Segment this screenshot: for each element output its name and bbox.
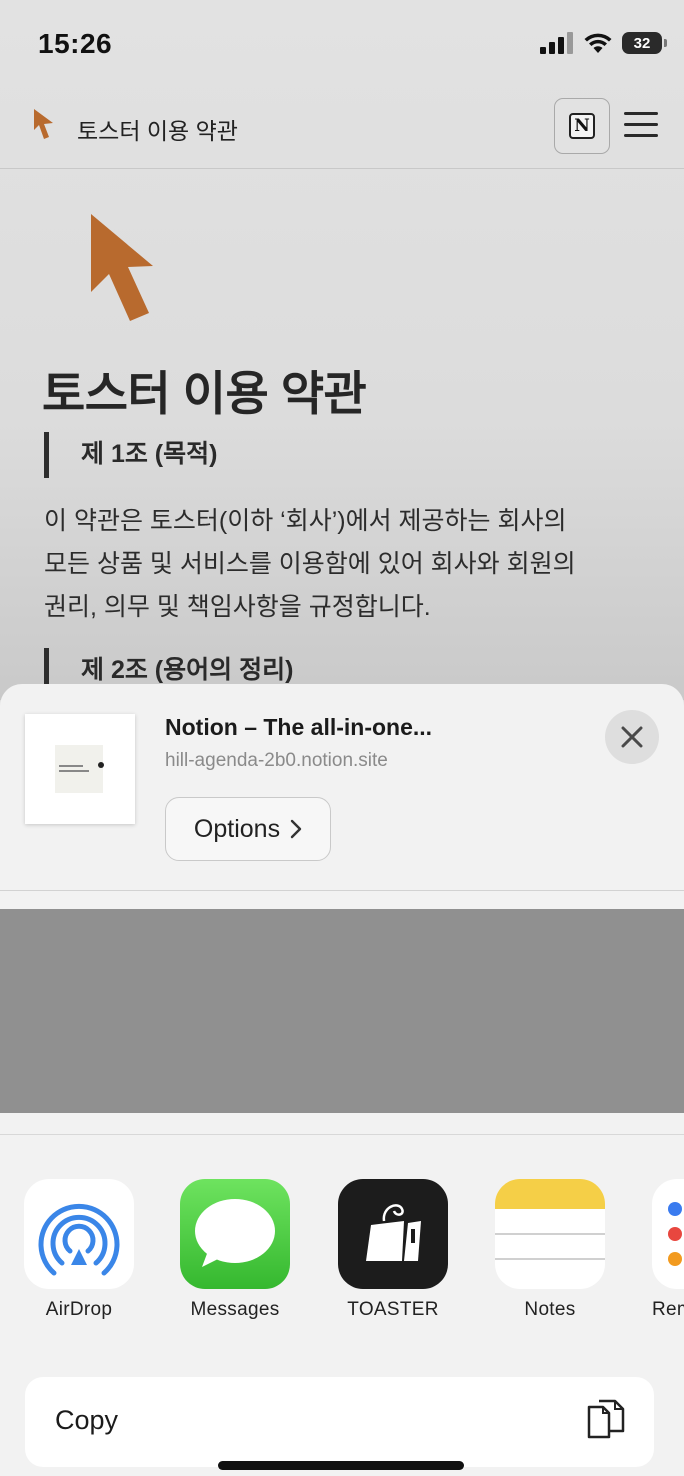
paragraph-line: 모든 상품 및 서비스를 이용함에 있어 회사와 회원의 — [44, 550, 576, 578]
app-label: AirDrop — [45, 1299, 113, 1320]
menu-icon[interactable] — [624, 112, 658, 142]
header-title: 토스터 이용 약관 — [77, 118, 238, 144]
app-label: Notes — [524, 1299, 576, 1320]
preview-area — [0, 909, 684, 1113]
copy-action[interactable]: Copy — [25, 1377, 654, 1467]
close-icon — [621, 726, 643, 748]
wifi-icon — [584, 33, 612, 53]
cursor-hero-icon — [91, 214, 153, 321]
cursor-logo-icon — [34, 109, 53, 139]
status-time: 15:26 — [38, 28, 113, 59]
notion-button[interactable]: N — [554, 98, 610, 154]
paragraph-line: 권리, 의무 및 책임사항을 규정합니다. — [44, 593, 431, 621]
share-app-messages[interactable]: Messages — [180, 1179, 290, 1321]
status-bar: 15:26 32 — [0, 0, 684, 90]
options-button[interactable]: Options — [165, 797, 331, 861]
options-label: Options — [193, 814, 281, 843]
app-label: Messages — [190, 1299, 280, 1320]
page-thumbnail — [25, 714, 135, 824]
copy-icon — [587, 1399, 625, 1439]
share-sheet: Notion – The all-in-one... hill-agenda-2… — [0, 684, 684, 1476]
page-title: 토스터 이용 약관 — [42, 367, 367, 420]
home-indicator — [218, 1461, 464, 1470]
share-title: Notion – The all-in-one... — [165, 714, 433, 740]
site-header: 토스터 이용 약관 N — [0, 90, 684, 169]
battery-indicator: 32 — [622, 32, 667, 54]
share-app-toaster[interactable]: TOASTER — [338, 1179, 448, 1321]
copy-label: Copy — [55, 1405, 119, 1435]
share-url: hill-agenda-2b0.notion.site — [165, 750, 388, 771]
toaster-app-icon — [338, 1179, 448, 1289]
section-heading-1: 제 1조 (목적) — [44, 432, 217, 478]
share-app-reminders[interactable]: Rem — [652, 1179, 684, 1321]
article-paragraph: 이 약관은 토스터(이하 ‘회사’)에서 제공하는 회사의 모든 상품 및 서비… — [44, 500, 644, 629]
reminders-icon — [652, 1179, 684, 1289]
app-label: TOASTER — [347, 1299, 439, 1320]
share-app-airdrop[interactable]: AirDrop — [24, 1179, 134, 1321]
app-label: Rem — [652, 1299, 684, 1320]
notion-icon: N — [569, 113, 595, 139]
chevron-right-icon — [290, 819, 302, 839]
close-button[interactable] — [605, 710, 659, 764]
paragraph-line: 이 약관은 토스터(이하 ‘회사’)에서 제공하는 회사의 — [44, 507, 567, 535]
notes-icon — [495, 1179, 605, 1289]
share-app-notes[interactable]: Notes — [495, 1179, 605, 1321]
airdrop-icon — [24, 1179, 134, 1289]
share-header: Notion – The all-in-one... hill-agenda-2… — [0, 684, 684, 891]
messages-icon — [180, 1179, 290, 1289]
cellular-signal-icon — [540, 32, 573, 54]
status-icons: 32 — [540, 32, 667, 54]
divider — [0, 1134, 684, 1135]
